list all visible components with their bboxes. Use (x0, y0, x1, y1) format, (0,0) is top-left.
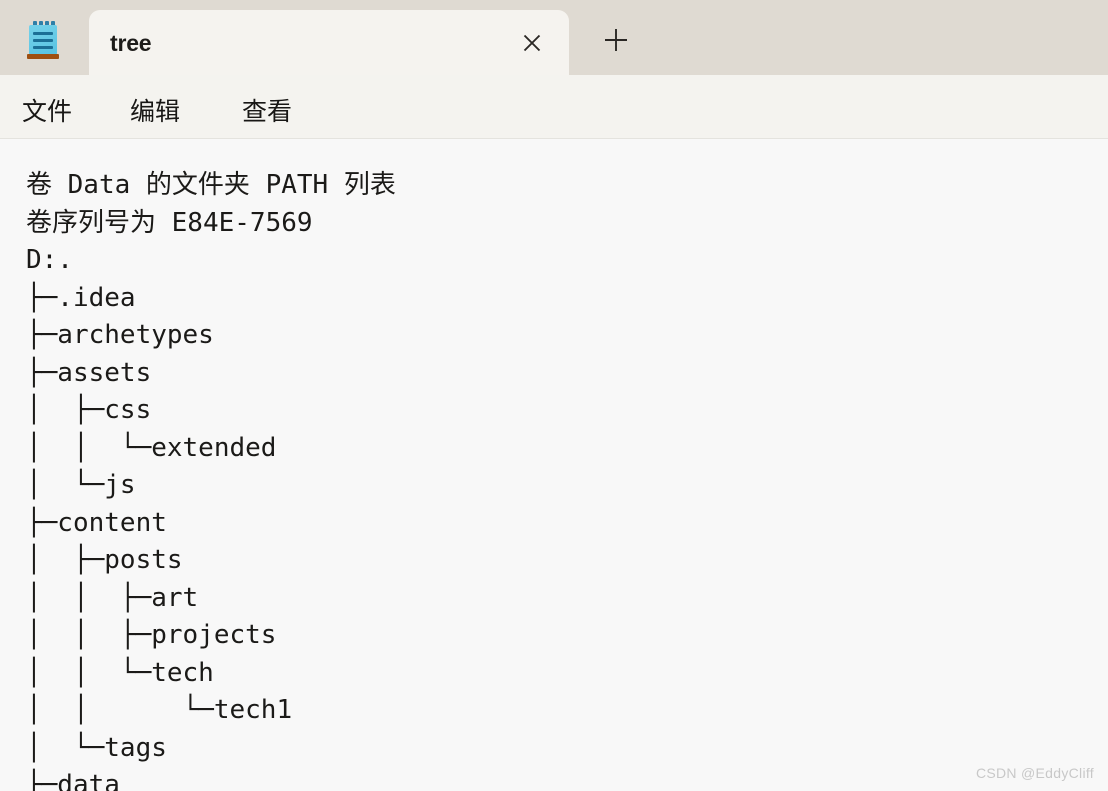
document-line: │ └─tags (26, 732, 167, 763)
document-line: │ ├─css (26, 395, 152, 425)
document-text[interactable]: 卷 Data 的文件夹 PATH 列表 卷序列号为 E84E-7569 D:. ├─.… (26, 167, 396, 791)
document-line: │ │ └─extended (26, 432, 277, 463)
menu-item-file[interactable]: 文件 (22, 92, 72, 128)
document-line: │ │ └─tech (26, 657, 214, 688)
document-line: ├─.idea (26, 282, 136, 313)
document-line: 卷 Data 的文件夹 PATH 列表 (26, 170, 396, 200)
document-line: │ └─js (26, 470, 136, 500)
tab-strip: tree (0, 0, 1108, 75)
menu-bar: 文件 编辑 查看 (0, 75, 1108, 139)
document-line: │ ├─posts (26, 545, 183, 575)
document-line: ├─archetypes (26, 320, 214, 350)
document-line: │ │ ├─projects (26, 620, 277, 650)
document-line: │ │ ├─art (26, 582, 199, 613)
tab-tree[interactable]: tree (89, 10, 569, 75)
document-line: │ │ └─tech1 (26, 695, 293, 725)
document-line: 卷序列号为 E84E-7569 (26, 207, 313, 238)
tab-label: tree (110, 30, 152, 56)
new-tab-button[interactable] (600, 24, 632, 56)
text-editor-area[interactable]: 卷 Data 的文件夹 PATH 列表 卷序列号为 E84E-7569 D:. ├─.… (0, 139, 1108, 791)
document-line: ├─content (26, 507, 167, 538)
document-line: D:. (26, 245, 73, 275)
document-line: ├─data (26, 770, 120, 791)
title-bar: tree (0, 0, 1108, 75)
close-icon[interactable] (518, 29, 546, 57)
menu-item-edit[interactable]: 编辑 (130, 92, 180, 128)
menu-item-view[interactable]: 查看 (242, 92, 292, 128)
document-line: ├─assets (26, 357, 152, 388)
watermark: CSDN @EddyCliff (975, 765, 1094, 781)
